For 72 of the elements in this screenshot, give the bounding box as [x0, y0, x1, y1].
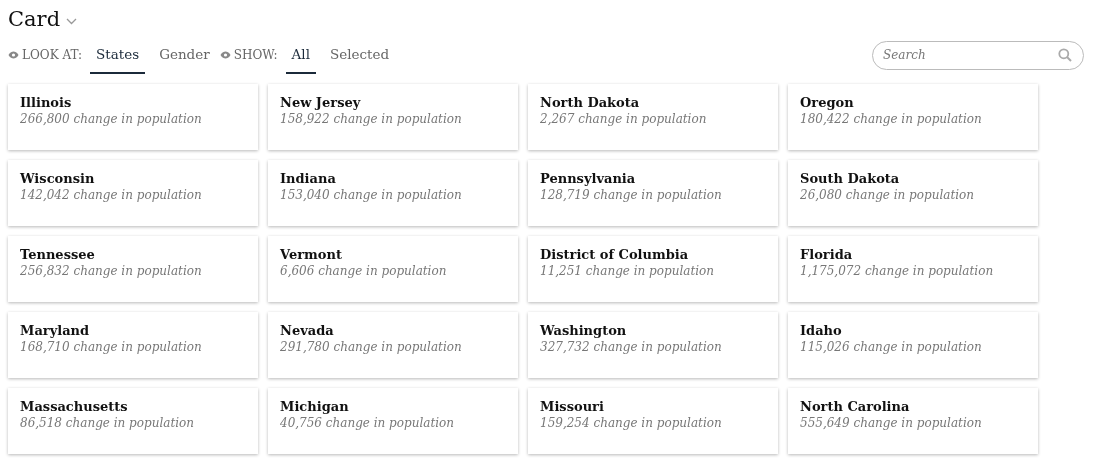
filter-tab[interactable]: States — [90, 36, 146, 74]
state-name: North Dakota — [540, 94, 641, 111]
state-name: North Carolina — [800, 398, 911, 415]
state-card[interactable]: Missouri 159,254 change in population — [528, 388, 778, 454]
filter-tab[interactable]: All — [285, 36, 316, 74]
state-name: Indiana — [280, 170, 337, 187]
state-card[interactable]: Nevada 291,780 change in population — [268, 312, 518, 378]
population-change: 266,800 change in population — [20, 111, 203, 127]
state-card[interactable]: Vermont 6,606 change in population — [268, 236, 518, 302]
state-card[interactable]: New Jersey 158,922 change in population — [268, 84, 518, 150]
state-name: Nevada — [280, 322, 335, 339]
population-change: 180,422 change in population — [800, 111, 983, 127]
population-change: 2,267 change in population — [540, 111, 708, 127]
state-card[interactable]: Maryland 168,710 change in population — [8, 312, 258, 378]
population-change: 142,042 change in population — [20, 187, 203, 203]
population-change: 6,606 change in population — [280, 263, 448, 279]
state-name: Florida — [800, 246, 854, 263]
state-card[interactable]: Indiana 153,040 change in population — [268, 160, 518, 226]
chevron-down-icon[interactable] — [66, 17, 78, 25]
population-change: 1,175,072 change in population — [800, 263, 995, 279]
state-name: Tennessee — [20, 246, 96, 263]
state-name: Maryland — [20, 322, 91, 339]
state-card[interactable]: Florida 1,175,072 change in population — [788, 236, 1038, 302]
population-change: 158,922 change in population — [280, 111, 463, 127]
state-name: New Jersey — [280, 94, 362, 111]
state-card[interactable]: Massachusetts 86,518 change in population — [8, 388, 258, 454]
state-card[interactable]: Idaho 115,026 change in population — [788, 312, 1038, 378]
filter-label: SHOW: — [233, 47, 278, 64]
population-change: 86,518 change in population — [20, 415, 196, 431]
state-name: Wisconsin — [20, 170, 96, 187]
state-card[interactable]: South Dakota 26,080 change in population — [788, 160, 1038, 226]
state-card[interactable]: Washington 327,732 change in population — [528, 312, 778, 378]
population-change: 291,780 change in population — [280, 339, 463, 355]
state-name: Pennsylvania — [540, 170, 637, 187]
state-name: South Dakota — [800, 170, 901, 187]
state-card[interactable]: District of Columbia 11,251 change in population — [528, 236, 778, 302]
state-name: Michigan — [280, 398, 350, 415]
state-name: Massachusetts — [20, 398, 129, 415]
filter-label: LOOK AT: — [22, 47, 83, 64]
eye-icon — [8, 51, 19, 59]
state-card[interactable]: Wisconsin 142,042 change in population — [8, 160, 258, 226]
state-name: Washington — [540, 322, 628, 339]
state-name: Vermont — [280, 246, 343, 263]
state-name: Illinois — [20, 94, 73, 111]
search-field[interactable]: Search — [872, 40, 1084, 70]
filter-tab[interactable]: Gender — [153, 36, 216, 74]
state-card[interactable]: Michigan 40,756 change in population — [268, 388, 518, 454]
state-card[interactable]: North Dakota 2,267 change in population — [528, 84, 778, 150]
state-card[interactable]: Oregon 180,422 change in population — [788, 84, 1038, 150]
population-change: 256,832 change in population — [20, 263, 203, 279]
population-change: 555,649 change in population — [800, 415, 983, 431]
state-name: Idaho — [800, 322, 843, 339]
state-name: Oregon — [800, 94, 855, 111]
state-card[interactable]: North Carolina 555,649 change in population — [788, 388, 1038, 454]
state-name: District of Columbia — [540, 246, 690, 263]
search-icon[interactable] — [1058, 47, 1072, 62]
population-change: 168,710 change in population — [20, 339, 203, 355]
state-card[interactable]: Tennessee 256,832 change in population — [8, 236, 258, 302]
eye-icon — [219, 51, 231, 59]
population-change: 115,026 change in population — [800, 339, 983, 355]
population-change: 11,251 change in population — [540, 263, 716, 279]
filter-tab[interactable]: Selected — [323, 36, 396, 74]
population-change: 40,756 change in population — [280, 415, 456, 431]
state-name: Missouri — [540, 398, 605, 415]
population-change: 159,254 change in population — [540, 415, 723, 431]
population-change: 153,040 change in population — [280, 187, 463, 203]
page-title: Card — [8, 6, 61, 34]
population-change: 26,080 change in population — [800, 187, 976, 203]
population-change: 128,719 change in population — [540, 187, 723, 203]
state-card[interactable]: Pennsylvania 128,719 change in population — [528, 160, 778, 226]
population-change: 327,732 change in population — [540, 339, 723, 355]
state-card[interactable]: Illinois 266,800 change in population — [8, 84, 258, 150]
